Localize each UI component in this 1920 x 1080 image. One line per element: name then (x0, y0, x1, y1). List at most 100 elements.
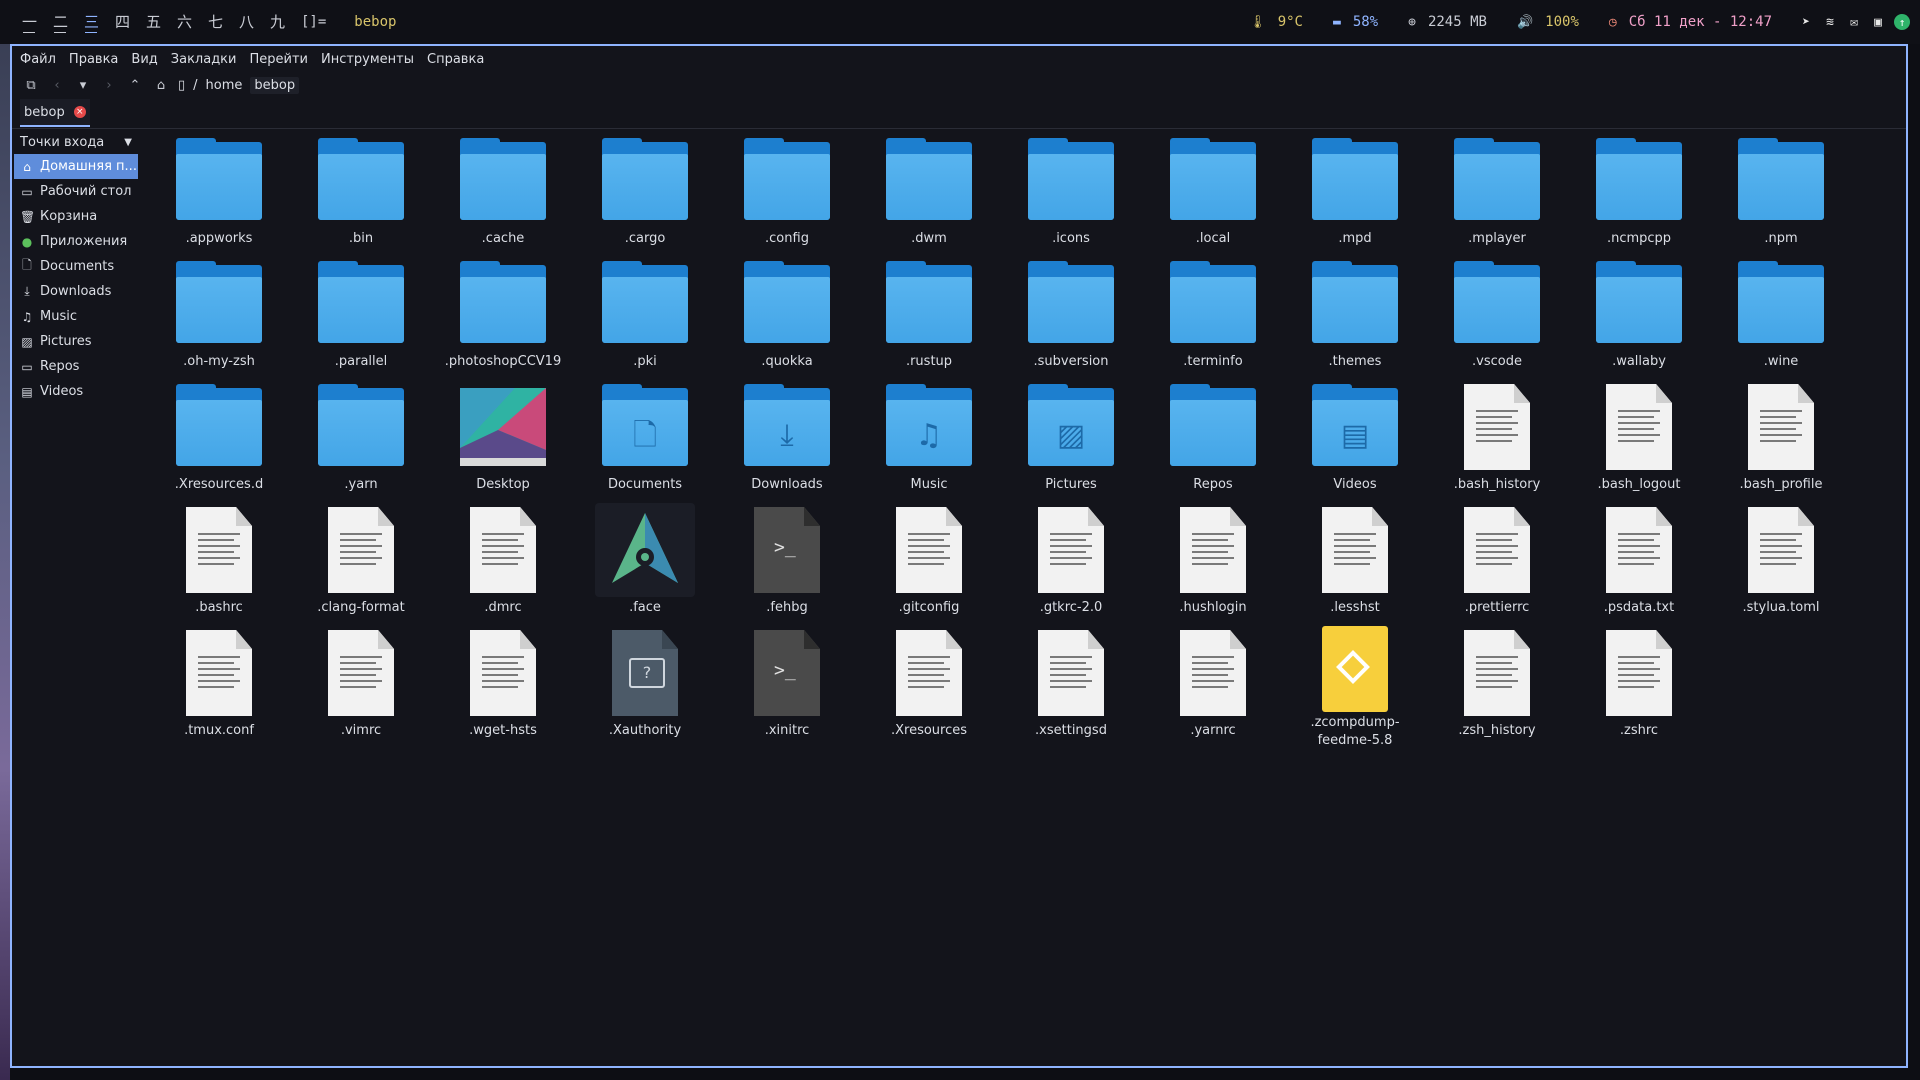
history-dropdown-icon[interactable]: ▾ (70, 74, 96, 96)
workspace-tag-4[interactable]: 四 (107, 8, 138, 36)
volume-status[interactable]: 🔊 100% (1517, 14, 1579, 30)
workspace-tag-3[interactable]: 三 (76, 8, 107, 36)
file-item[interactable]: .face (574, 503, 716, 626)
file-item[interactable]: .Xresources.d (148, 380, 290, 503)
sidebar-item-1[interactable]: ⌂ Домашняя п... (14, 154, 138, 179)
file-item[interactable]: .xsettingsd (1000, 626, 1142, 749)
sidebar-item-6[interactable]: ⤓ Downloads (14, 279, 138, 304)
file-item[interactable]: .wine (1710, 257, 1852, 380)
menu-view[interactable]: Вид (131, 52, 157, 67)
file-item[interactable]: .zcompdump-feedme-5.8 (1284, 626, 1426, 749)
telegram-tray-icon[interactable]: ➤ (1798, 14, 1814, 30)
sidebar-item-7[interactable]: ♫ Music (14, 304, 138, 329)
file-item[interactable]: .bash_logout (1568, 380, 1710, 503)
file-item[interactable]: .yarn (290, 380, 432, 503)
file-item[interactable]: .Xresources (858, 626, 1000, 749)
file-item[interactable]: .dwm (858, 134, 1000, 257)
file-item[interactable]: .prettierrc (1426, 503, 1568, 626)
file-item[interactable]: >_ .xinitrc (716, 626, 858, 749)
file-item[interactable]: .lesshst (1284, 503, 1426, 626)
file-item[interactable]: ▤ Videos (1284, 380, 1426, 503)
file-item[interactable]: 🗋 Documents (574, 380, 716, 503)
file-item[interactable]: .zsh_history (1426, 626, 1568, 749)
file-item[interactable]: .psdata.txt (1568, 503, 1710, 626)
mail-tray-icon[interactable]: ✉ (1846, 14, 1862, 30)
menu-go[interactable]: Перейти (249, 52, 308, 67)
file-item[interactable]: .oh-my-zsh (148, 257, 290, 380)
workspace-tag-9[interactable]: 九 (262, 8, 293, 36)
menu-help[interactable]: Справка (427, 52, 484, 67)
update-tray-icon[interactable]: ↑ (1894, 14, 1910, 30)
close-tab-icon[interactable]: × (73, 106, 86, 118)
file-item[interactable]: .npm (1710, 134, 1852, 257)
wifi-tray-icon[interactable]: ≋ (1822, 14, 1838, 30)
file-item[interactable]: Repos (1142, 380, 1284, 503)
back-icon[interactable]: ‹ (44, 74, 70, 96)
workspace-tag-1[interactable]: 一 (14, 8, 45, 36)
sidebar-item-9[interactable]: ▭ Repos (14, 354, 138, 379)
home-icon[interactable]: ⌂ (148, 74, 174, 96)
file-item[interactable]: .appworks (148, 134, 290, 257)
breadcrumb-root[interactable]: / (193, 78, 197, 93)
file-item[interactable]: ⤓ Downloads (716, 380, 858, 503)
file-item[interactable]: .vimrc (290, 626, 432, 749)
breadcrumb-bebop[interactable]: bebop (250, 76, 300, 94)
file-item[interactable]: .terminfo (1142, 257, 1284, 380)
workspace-tag-6[interactable]: 六 (169, 8, 200, 36)
file-item[interactable]: .wget-hsts (432, 626, 574, 749)
file-item[interactable]: ▨ Pictures (1000, 380, 1142, 503)
file-item[interactable]: .pki (574, 257, 716, 380)
new-tab-icon[interactable]: ⧉ (18, 74, 44, 96)
up-icon[interactable]: ⌃ (122, 74, 148, 96)
sidebar-item-5[interactable]: 🗋 Documents (14, 254, 138, 279)
file-item[interactable]: .icons (1000, 134, 1142, 257)
file-item[interactable]: .cargo (574, 134, 716, 257)
file-item[interactable]: .gitconfig (858, 503, 1000, 626)
file-item[interactable]: .hushlogin (1142, 503, 1284, 626)
sidebar-item-10[interactable]: ▤ Videos (14, 379, 138, 404)
file-item[interactable]: Desktop (432, 380, 574, 503)
chevron-down-icon[interactable]: ▼ (124, 137, 132, 148)
breadcrumb-home[interactable]: home (206, 78, 243, 93)
sidebar-item-3[interactable]: 🗑 Корзина (14, 204, 138, 229)
file-item[interactable]: .bin (290, 134, 432, 257)
file-item[interactable]: .subversion (1000, 257, 1142, 380)
file-item[interactable]: >_ .fehbg (716, 503, 858, 626)
file-item[interactable]: .zshrc (1568, 626, 1710, 749)
menu-bookmarks[interactable]: Закладки (171, 52, 237, 67)
file-item[interactable]: .photoshopCCV19 (432, 257, 574, 380)
file-item[interactable]: .parallel (290, 257, 432, 380)
file-item[interactable]: .ncmpcpp (1568, 134, 1710, 257)
file-item[interactable]: .tmux.conf (148, 626, 290, 749)
file-item[interactable]: .clang-format (290, 503, 432, 626)
tab-bebop[interactable]: bebop × (20, 99, 90, 127)
menu-file[interactable]: Файл (20, 52, 56, 67)
file-item[interactable]: .gtkrc-2.0 (1000, 503, 1142, 626)
file-item[interactable]: .stylua.toml (1710, 503, 1852, 626)
file-item[interactable]: .mpd (1284, 134, 1426, 257)
sidebar-item-2[interactable]: ▭ Рабочий стол (14, 179, 138, 204)
file-item[interactable]: .themes (1284, 257, 1426, 380)
workspace-tag-7[interactable]: 七 (200, 8, 231, 36)
drive-icon[interactable]: ▯ (178, 78, 185, 93)
menu-tools[interactable]: Инструменты (321, 52, 414, 67)
sidebar-header[interactable]: Точки входа ▼ (12, 130, 140, 154)
sidebar-item-4[interactable]: ● Приложения (14, 229, 138, 254)
file-item[interactable]: .mplayer (1426, 134, 1568, 257)
workspace-tag-2[interactable]: 二 (45, 8, 76, 36)
forward-icon[interactable]: › (96, 74, 122, 96)
layout-indicator[interactable]: []= (301, 14, 326, 30)
file-item[interactable]: .cache (432, 134, 574, 257)
menu-edit[interactable]: Правка (69, 52, 118, 67)
file-item[interactable]: .config (716, 134, 858, 257)
file-item[interactable]: .bash_profile (1710, 380, 1852, 503)
file-item[interactable]: .vscode (1426, 257, 1568, 380)
workspace-tag-8[interactable]: 八 (231, 8, 262, 36)
file-item[interactable]: .bashrc (148, 503, 290, 626)
sidebar-item-8[interactable]: ▨ Pictures (14, 329, 138, 354)
file-item[interactable]: ♫ Music (858, 380, 1000, 503)
file-item[interactable]: .wallaby (1568, 257, 1710, 380)
storage-tray-icon[interactable]: ▣ (1870, 14, 1886, 30)
file-item[interactable]: .quokka (716, 257, 858, 380)
file-item[interactable]: .dmrc (432, 503, 574, 626)
